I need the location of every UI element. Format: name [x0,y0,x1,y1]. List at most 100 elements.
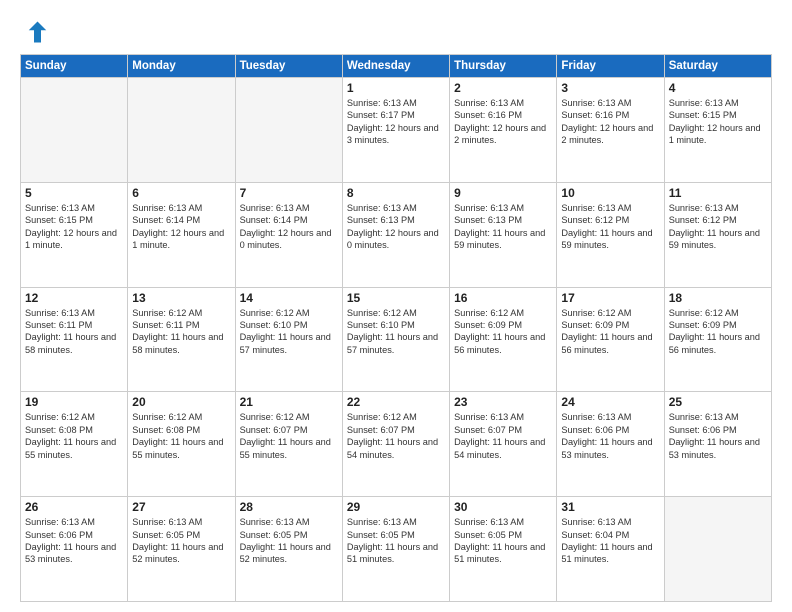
cell-text: Sunrise: 6:13 AMSunset: 6:15 PMDaylight:… [25,202,123,252]
logo [20,18,52,46]
cell-text: Sunrise: 6:13 AMSunset: 6:11 PMDaylight:… [25,307,123,357]
weekday-header: Monday [128,55,235,78]
day-number: 14 [240,291,338,305]
cell-text: Sunrise: 6:13 AMSunset: 6:05 PMDaylight:… [132,516,230,566]
day-number: 10 [561,186,659,200]
calendar-cell: 6 Sunrise: 6:13 AMSunset: 6:14 PMDaylight… [128,182,235,287]
calendar-cell: 16 Sunrise: 6:12 AMSunset: 6:09 PMDayligh… [450,287,557,392]
cell-text: Sunrise: 6:13 AMSunset: 6:04 PMDaylight:… [561,516,659,566]
day-number: 11 [669,186,767,200]
cell-text: Sunrise: 6:13 AMSunset: 6:12 PMDaylight:… [561,202,659,252]
day-number: 2 [454,81,552,95]
cell-text: Sunrise: 6:12 AMSunset: 6:10 PMDaylight:… [240,307,338,357]
cell-text: Sunrise: 6:13 AMSunset: 6:13 PMDaylight:… [454,202,552,252]
day-number: 12 [25,291,123,305]
calendar-body: 1Sunrise: 6:13 AMSunset: 6:17 PMDaylight… [21,78,772,602]
calendar-cell: 1Sunrise: 6:13 AMSunset: 6:17 PMDaylight… [342,78,449,183]
calendar-table: SundayMondayTuesdayWednesdayThursdayFrid… [20,54,772,602]
calendar-cell: 9 Sunrise: 6:13 AMSunset: 6:13 PMDaylight… [450,182,557,287]
day-number: 9 [454,186,552,200]
cell-text: Sunrise: 6:13 AMSunset: 6:15 PMDaylight:… [669,97,767,147]
cell-text: Sunrise: 6:13 AMSunset: 6:06 PMDaylight:… [561,411,659,461]
day-number: 27 [132,500,230,514]
cell-text: Sunrise: 6:13 AMSunset: 6:06 PMDaylight:… [669,411,767,461]
day-number: 8 [347,186,445,200]
cell-text: Sunrise: 6:12 AMSunset: 6:09 PMDaylight:… [669,307,767,357]
day-number: 6 [132,186,230,200]
calendar-cell: 28 Sunrise: 6:13 AMSunset: 6:05 PMDayligh… [235,497,342,602]
day-number: 17 [561,291,659,305]
calendar-cell [21,78,128,183]
cell-text: Sunrise: 6:13 AMSunset: 6:13 PMDaylight:… [347,202,445,252]
cell-text: Sunrise: 6:13 AMSunset: 6:16 PMDaylight:… [454,97,552,147]
cell-text: Sunrise: 6:13 AMSunset: 6:12 PMDaylight:… [669,202,767,252]
calendar-cell: 11 Sunrise: 6:13 AMSunset: 6:12 PMDayligh… [664,182,771,287]
day-number: 7 [240,186,338,200]
cell-text: Sunrise: 6:12 AMSunset: 6:08 PMDaylight:… [25,411,123,461]
cell-text: Sunrise: 6:13 AMSunset: 6:05 PMDaylight:… [240,516,338,566]
calendar-cell: 29 Sunrise: 6:13 AMSunset: 6:05 PMDayligh… [342,497,449,602]
day-number: 16 [454,291,552,305]
cell-text: Sunrise: 6:13 AMSunset: 6:07 PMDaylight:… [454,411,552,461]
day-number: 31 [561,500,659,514]
calendar-cell: 30 Sunrise: 6:13 AMSunset: 6:05 PMDayligh… [450,497,557,602]
day-number: 19 [25,395,123,409]
calendar-cell: 7 Sunrise: 6:13 AMSunset: 6:14 PMDaylight… [235,182,342,287]
day-number: 26 [25,500,123,514]
cell-text: Sunrise: 6:13 AMSunset: 6:05 PMDaylight:… [454,516,552,566]
cell-text: Sunrise: 6:12 AMSunset: 6:11 PMDaylight:… [132,307,230,357]
cell-text: Sunrise: 6:12 AMSunset: 6:09 PMDaylight:… [561,307,659,357]
calendar-cell: 8 Sunrise: 6:13 AMSunset: 6:13 PMDaylight… [342,182,449,287]
calendar-week-row: 5Sunrise: 6:13 AMSunset: 6:15 PMDaylight… [21,182,772,287]
day-number: 15 [347,291,445,305]
calendar-cell: 27 Sunrise: 6:13 AMSunset: 6:05 PMDayligh… [128,497,235,602]
weekday-header: Friday [557,55,664,78]
calendar-cell: 2 Sunrise: 6:13 AMSunset: 6:16 PMDaylight… [450,78,557,183]
day-number: 30 [454,500,552,514]
weekday-header: Saturday [664,55,771,78]
calendar-cell: 25Sunrise: 6:13 AMSunset: 6:06 PMDayligh… [664,392,771,497]
cell-text: Sunrise: 6:13 AMSunset: 6:05 PMDaylight:… [347,516,445,566]
cell-text: Sunrise: 6:12 AMSunset: 6:08 PMDaylight:… [132,411,230,461]
day-number: 4 [669,81,767,95]
day-number: 24 [561,395,659,409]
weekday-header: Sunday [21,55,128,78]
calendar-cell: 21Sunrise: 6:12 AMSunset: 6:07 PMDayligh… [235,392,342,497]
calendar-cell: 20 Sunrise: 6:12 AMSunset: 6:08 PMDayligh… [128,392,235,497]
cell-text: Sunrise: 6:13 AMSunset: 6:14 PMDaylight:… [240,202,338,252]
calendar-cell: 17 Sunrise: 6:12 AMSunset: 6:09 PMDayligh… [557,287,664,392]
calendar-cell: 19 Sunrise: 6:12 AMSunset: 6:08 PMDayligh… [21,392,128,497]
cell-text: Sunrise: 6:12 AMSunset: 6:07 PMDaylight:… [347,411,445,461]
cell-text: Sunrise: 6:13 AMSunset: 6:06 PMDaylight:… [25,516,123,566]
day-number: 21 [240,395,338,409]
day-number: 28 [240,500,338,514]
cell-text: Sunrise: 6:13 AMSunset: 6:16 PMDaylight:… [561,97,659,147]
calendar-cell: 31 Sunrise: 6:13 AMSunset: 6:04 PMDayligh… [557,497,664,602]
day-number: 20 [132,395,230,409]
calendar-cell: 24 Sunrise: 6:13 AMSunset: 6:06 PMDayligh… [557,392,664,497]
day-number: 13 [132,291,230,305]
calendar-cell: 14 Sunrise: 6:12 AMSunset: 6:10 PMDayligh… [235,287,342,392]
calendar-cell: 3Sunrise: 6:13 AMSunset: 6:16 PMDaylight… [557,78,664,183]
day-number: 29 [347,500,445,514]
calendar-week-row: 12 Sunrise: 6:13 AMSunset: 6:11 PMDayligh… [21,287,772,392]
weekday-header: Thursday [450,55,557,78]
calendar-cell: 5Sunrise: 6:13 AMSunset: 6:15 PMDaylight… [21,182,128,287]
day-number: 1 [347,81,445,95]
calendar-cell [128,78,235,183]
day-number: 18 [669,291,767,305]
cell-text: Sunrise: 6:13 AMSunset: 6:14 PMDaylight:… [132,202,230,252]
weekday-header: Tuesday [235,55,342,78]
calendar-header: SundayMondayTuesdayWednesdayThursdayFrid… [21,55,772,78]
calendar-cell: 12 Sunrise: 6:13 AMSunset: 6:11 PMDayligh… [21,287,128,392]
page: SundayMondayTuesdayWednesdayThursdayFrid… [0,0,792,612]
calendar-cell: 4 Sunrise: 6:13 AMSunset: 6:15 PMDaylight… [664,78,771,183]
calendar-cell: 23 Sunrise: 6:13 AMSunset: 6:07 PMDayligh… [450,392,557,497]
weekday-row: SundayMondayTuesdayWednesdayThursdayFrid… [21,55,772,78]
calendar-cell: 22Sunrise: 6:12 AMSunset: 6:07 PMDayligh… [342,392,449,497]
cell-text: Sunrise: 6:12 AMSunset: 6:09 PMDaylight:… [454,307,552,357]
calendar-week-row: 26 Sunrise: 6:13 AMSunset: 6:06 PMDayligh… [21,497,772,602]
calendar-cell [664,497,771,602]
calendar-cell: 18 Sunrise: 6:12 AMSunset: 6:09 PMDayligh… [664,287,771,392]
day-number: 23 [454,395,552,409]
